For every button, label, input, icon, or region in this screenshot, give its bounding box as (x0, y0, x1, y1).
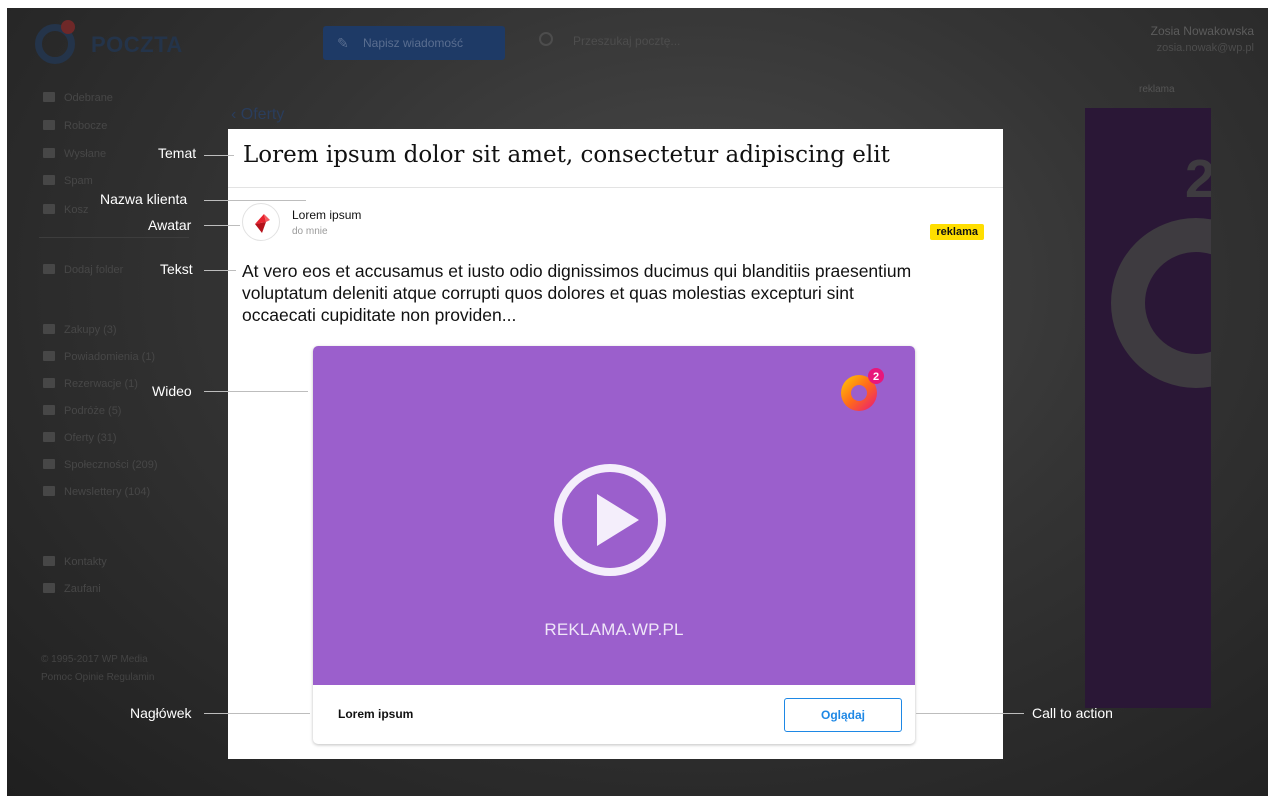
annotation-text: Tekst (160, 261, 193, 277)
annotation-line-client-name (204, 200, 306, 201)
app-name: POCZTA (91, 32, 183, 57)
sidebar-item-label: Rezerwacje (1) (64, 378, 138, 390)
sidebar-item-label: Spam (64, 175, 93, 187)
client-avatar (242, 203, 280, 241)
annotation-line-headline (204, 713, 310, 714)
sidebar-item-contacts[interactable]: Kontakty (43, 556, 107, 568)
sidebar-item-drafts[interactable]: Robocze (43, 120, 107, 132)
bell-icon (43, 351, 55, 361)
sidebar-item-label: Kosz (64, 204, 89, 216)
video-caption: REKLAMA.WP.PL (544, 620, 684, 639)
annotation-cta: Call to action (1032, 705, 1113, 721)
back-link-label: Oferty (240, 106, 285, 123)
ad-label: reklama (1139, 84, 1175, 95)
sidebar-item-inbox[interactable]: Odebrane (43, 92, 113, 104)
sidebar-item-communities[interactable]: Społeczności (209) (43, 459, 158, 471)
suitcase-icon (43, 405, 55, 415)
sidebar-item-label: Wysłane (64, 148, 107, 160)
sidebar-item-notifications[interactable]: Powiadomienia (1) (43, 351, 155, 363)
sidebar-item-shopping[interactable]: Zakupy (3) (43, 324, 117, 336)
sidebar-item-travel[interactable]: Podróże (5) (43, 405, 121, 417)
annotation-client-name: Nazwa klienta (100, 191, 188, 207)
at-sign-ad-icon (1111, 218, 1211, 388)
sidebar-item-label: Podróże (5) (64, 405, 122, 417)
video-ad-card[interactable]: 2 REKLAMA.WP.PL Lorem ipsum Oglądaj (313, 346, 915, 744)
video-player[interactable]: 2 REKLAMA.WP.PL (313, 346, 915, 685)
ad-headline: Lorem ipsum (338, 707, 414, 721)
sidebar-item-reservations[interactable]: Rezerwacje (1) (43, 378, 138, 390)
sidebar-item-label: Newslettery (104) (64, 486, 151, 498)
sidebar-item-spam[interactable]: Spam (43, 175, 93, 187)
sidebar-item-label: Dodaj folder (64, 264, 124, 276)
sidebar-item-newsletters[interactable]: Newslettery (104) (43, 486, 150, 498)
annotation-line-subject (204, 155, 234, 156)
spam-icon (43, 175, 55, 185)
compose-button[interactable]: ✎ Napisz wiadomość (323, 26, 505, 60)
back-link[interactable]: ‹ Oferty (231, 106, 284, 124)
annotation-headline: Nagłówek (130, 705, 192, 721)
sidebar-item-trusted[interactable]: Zaufani (43, 583, 101, 595)
annotation-subject: Temat (158, 145, 197, 161)
recipient-label: do mnie (292, 226, 328, 237)
sidebar-item-label: Robocze (64, 120, 108, 132)
annotation-line-cta (916, 713, 1024, 714)
tag-icon (43, 432, 55, 442)
sidebar-item-label: Powiadomienia (1) (64, 351, 156, 363)
play-triangle (597, 494, 639, 546)
annotation-line-video (204, 391, 308, 392)
draft-icon (43, 120, 55, 130)
logo-dot (61, 20, 75, 34)
newsletter-icon (43, 486, 55, 496)
play-icon[interactable] (554, 464, 666, 576)
footer-links[interactable]: Pomoc Opinie Regulamin (41, 672, 154, 683)
sidebar-item-label: Zakupy (3) (64, 324, 117, 336)
footer-copyright: © 1995-2017 WP Media (41, 654, 148, 665)
annotation-video: Wideo (152, 383, 192, 399)
ad-number-two: 2 (1185, 149, 1211, 209)
watch-cta-button[interactable]: Oglądaj (784, 698, 902, 732)
trusted-icon (43, 583, 55, 593)
annotation-line-text (204, 270, 236, 271)
client-name: Lorem ipsum (292, 208, 362, 222)
side-ad-banner[interactable]: 2 (1085, 108, 1211, 708)
inbox-icon (43, 92, 55, 102)
contacts-icon (43, 556, 55, 566)
plus-icon (43, 264, 55, 274)
sidebar-item-label: Zaufani (64, 583, 101, 595)
pencil-icon: ✎ (337, 35, 349, 51)
user-email: zosia.nowak@wp.pl (1156, 42, 1254, 54)
sidebar-item-label: Społeczności (209) (64, 459, 158, 471)
sidebar-divider (39, 237, 189, 238)
message-body-text: At vero eos et accusamus et iusto odio d… (242, 261, 912, 325)
message-subject: Lorem ipsum dolor sit amet, consectetur … (243, 142, 890, 168)
at-two-logo-icon: 2 (841, 368, 884, 411)
sidebar-item-trash[interactable]: Kosz (43, 204, 88, 216)
trash-icon (43, 204, 55, 214)
annotation-avatar: Awatar (148, 217, 192, 233)
sidebar-item-add-folder[interactable]: Dodaj folder (43, 264, 123, 276)
search-icon[interactable] (539, 32, 553, 46)
sidebar-item-sent[interactable]: Wysłane (43, 148, 106, 160)
send-icon (43, 148, 55, 158)
header-divider (228, 187, 1003, 188)
message-preview-modal: Lorem ipsum dolor sit amet, consectetur … (228, 129, 1003, 759)
edit-icon (43, 378, 55, 388)
search-input[interactable]: Przeszukaj pocztę... (573, 34, 680, 48)
compose-button-label: Napisz wiadomość (363, 36, 464, 50)
brand-avatar-icon (255, 214, 270, 233)
sidebar-item-label: Oferty (31) (64, 432, 117, 444)
sidebar-item-label: Odebrane (64, 92, 113, 104)
svg-text:2: 2 (873, 371, 879, 383)
sidebar-item-offers[interactable]: Oferty (31) (43, 432, 117, 444)
ad-badge: reklama (930, 224, 984, 240)
bag-icon (43, 324, 55, 334)
sidebar-item-label: Kontakty (64, 556, 107, 568)
user-name[interactable]: Zosia Nowakowska (1151, 24, 1254, 38)
people-icon (43, 459, 55, 469)
annotation-line-avatar (204, 225, 240, 226)
